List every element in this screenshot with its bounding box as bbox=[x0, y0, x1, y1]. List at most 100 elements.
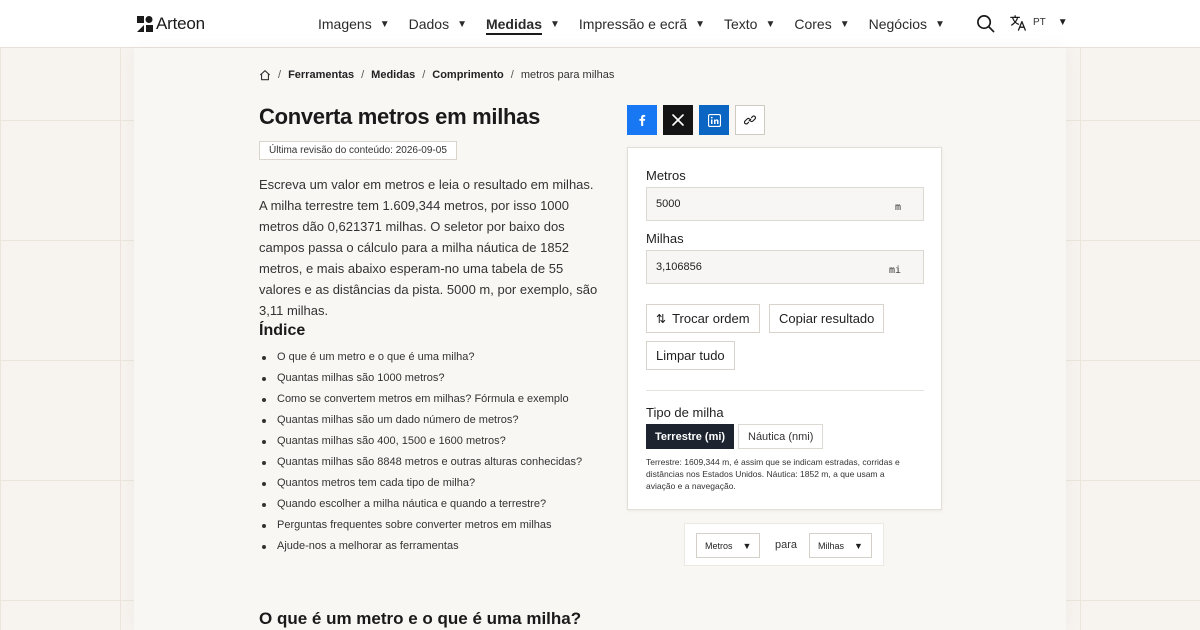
caret-down-icon: ▼ bbox=[379, 18, 390, 30]
mile-type-terrestrial[interactable]: Terrestre (mi) bbox=[646, 424, 735, 449]
search-button[interactable] bbox=[976, 14, 995, 38]
from-unit-select[interactable]: Metros ▼ bbox=[696, 533, 761, 558]
nav-item-cores[interactable]: Cores ▼ bbox=[794, 0, 849, 48]
toc-item[interactable]: O que é um metro e o que é uma milha? bbox=[259, 347, 582, 368]
nav-label: Dados bbox=[408, 16, 450, 32]
caret-down-icon: ▼ bbox=[695, 18, 705, 30]
breadcrumb: / Ferramentas / Medidas / Comprimento / … bbox=[259, 69, 614, 81]
meters-unit: m bbox=[894, 202, 901, 213]
toc-item[interactable]: Quantas milhas são 8848 metros e outras … bbox=[259, 452, 582, 473]
x-icon bbox=[672, 114, 684, 126]
bullet-icon bbox=[262, 355, 266, 360]
breadcrumb-separator: / bbox=[422, 69, 426, 81]
brand-name: Arteon bbox=[156, 14, 205, 33]
translate-icon bbox=[1010, 15, 1026, 31]
toc-item[interactable]: Quantas milhas são 400, 1500 e 1600 metr… bbox=[259, 431, 582, 452]
arteon-logo-icon bbox=[137, 16, 153, 32]
toc-item[interactable]: Como se convertem metros em milhas? Fórm… bbox=[259, 389, 582, 410]
nav-item-texto[interactable]: Texto ▼ bbox=[724, 0, 775, 48]
linkedin-icon bbox=[707, 113, 721, 127]
nav-label: Imagens bbox=[318, 16, 372, 32]
clear-all-button[interactable]: Limpar tudo bbox=[646, 341, 735, 370]
swap-order-label: Trocar ordem bbox=[672, 311, 750, 326]
nav-item-imagens[interactable]: Imagens ▼ bbox=[318, 0, 390, 48]
caret-down-icon: ▼ bbox=[935, 18, 945, 30]
mile-type-hint: Terrestre: 1609,344 m, é assim que se in… bbox=[646, 457, 900, 491]
toc-item[interactable]: Quando escolher a milha náutica e quando… bbox=[259, 494, 582, 515]
to-unit-select[interactable]: Milhas ▼ bbox=[809, 533, 872, 558]
miles-value: 3,106856 bbox=[656, 261, 702, 273]
bullet-icon bbox=[262, 376, 266, 381]
nav-item-impressao[interactable]: Impressão e ecrã ▼ bbox=[579, 0, 705, 48]
table-of-contents: O que é um metro e o que é uma milha? Qu… bbox=[259, 347, 582, 557]
share-x-button[interactable] bbox=[663, 105, 693, 135]
breadcrumb-separator: / bbox=[510, 69, 514, 81]
nav-item-negocios[interactable]: Negócios ▼ bbox=[869, 0, 945, 48]
breadcrumb-separator: / bbox=[278, 69, 282, 81]
toc-item[interactable]: Quantas milhas são 1000 metros? bbox=[259, 368, 582, 389]
revision-badge: Última revisão do conteúdo: 2026-09-05 bbox=[259, 141, 457, 160]
to-unit-value: Milhas bbox=[818, 540, 845, 551]
toc-item[interactable]: Ajude-nos a melhorar as ferramentas bbox=[259, 536, 582, 557]
toc-item[interactable]: Quantas milhas são um dado número de met… bbox=[259, 410, 582, 431]
home-icon[interactable] bbox=[259, 69, 271, 81]
miles-label: Milhas bbox=[646, 231, 684, 246]
toc-item-label: Como se convertem metros em milhas? Fórm… bbox=[277, 393, 569, 405]
share-bar bbox=[627, 105, 765, 135]
toc-title: Índice bbox=[259, 322, 306, 339]
caret-down-icon: ▼ bbox=[550, 18, 560, 30]
toc-item[interactable]: Perguntas frequentes sobre converter met… bbox=[259, 515, 582, 536]
toc-item-label: Quantas milhas são 1000 metros? bbox=[277, 372, 445, 384]
facebook-icon bbox=[639, 114, 646, 126]
from-unit-value: Metros bbox=[705, 540, 733, 551]
nav-item-medidas[interactable]: Medidas ▼ bbox=[486, 0, 560, 48]
bullet-icon bbox=[262, 418, 266, 423]
intro-paragraph: Escreva um valor em metros e leia o resu… bbox=[259, 177, 598, 318]
swap-icon: ⇅ bbox=[656, 311, 667, 326]
nav-label: Negócios bbox=[868, 16, 927, 32]
language-selector[interactable]: PT ▼ bbox=[1010, 14, 1068, 31]
breadcrumb-item-ferramentas[interactable]: Ferramentas bbox=[288, 69, 354, 81]
nav-label: Texto bbox=[723, 16, 758, 32]
meters-input[interactable]: 5000 m bbox=[646, 187, 924, 221]
copy-link-button[interactable] bbox=[735, 105, 765, 135]
mile-type-nautical[interactable]: Náutica (nmi) bbox=[738, 424, 824, 449]
breadcrumb-item-comprimento[interactable]: Comprimento bbox=[432, 69, 504, 81]
nav-item-dados[interactable]: Dados ▼ bbox=[409, 0, 467, 48]
breadcrumb-separator: / bbox=[361, 69, 365, 81]
toc-item-label: Quantas milhas são 8848 metros e outras … bbox=[277, 456, 583, 468]
meters-label: Metros bbox=[646, 168, 686, 183]
caret-down-icon: ▼ bbox=[1057, 17, 1068, 28]
mile-type-label: Tipo de milha bbox=[646, 405, 724, 420]
main-nav: Imagens ▼ Dados ▼ Medidas ▼ Impressão e … bbox=[318, 0, 964, 48]
miles-input[interactable]: 3,106856 mi bbox=[646, 250, 924, 284]
share-facebook-button[interactable] bbox=[627, 105, 657, 135]
meters-value: 5000 bbox=[656, 198, 681, 210]
divider bbox=[646, 390, 924, 391]
breadcrumb-item-medidas[interactable]: Medidas bbox=[371, 69, 415, 81]
caret-down-icon: ▼ bbox=[839, 18, 850, 30]
top-header: Arteon Imagens ▼ Dados ▼ Medidas ▼ Impre… bbox=[0, 0, 1200, 48]
toc-item-label: Quantas milhas são 400, 1500 e 1600 metr… bbox=[277, 435, 506, 447]
converter-panel: Metros 5000 m Milhas 3,106856 mi ⇅ Troca… bbox=[627, 147, 942, 510]
language-code: PT bbox=[1033, 17, 1046, 28]
toc-item-label: Quantos metros tem cada tipo de milha? bbox=[277, 477, 476, 489]
bullet-icon bbox=[262, 502, 266, 507]
swap-order-button[interactable]: ⇅ Trocar ordem bbox=[646, 304, 760, 333]
bullet-icon bbox=[262, 523, 266, 528]
search-icon bbox=[977, 15, 995, 33]
share-linkedin-button[interactable] bbox=[699, 105, 729, 135]
toc-item[interactable]: Quantos metros tem cada tipo de milha? bbox=[259, 473, 582, 494]
bullet-icon bbox=[262, 544, 266, 549]
copy-result-button[interactable]: Copiar resultado bbox=[769, 304, 885, 333]
bullet-icon bbox=[262, 439, 266, 444]
direction-connector: para bbox=[775, 539, 798, 551]
caret-down-icon: ▼ bbox=[457, 18, 467, 30]
brand-logo[interactable]: Arteon bbox=[137, 14, 205, 34]
nav-label: Impressão e ecrã bbox=[578, 16, 688, 32]
toc-item-label: Quando escolher a milha náutica e quando… bbox=[277, 498, 547, 510]
bullet-icon bbox=[262, 481, 266, 486]
nav-label: Medidas bbox=[485, 16, 542, 32]
page-title: Converta metros em milhas bbox=[259, 104, 541, 129]
toc-item-label: O que é um metro e o que é uma milha? bbox=[277, 351, 475, 363]
